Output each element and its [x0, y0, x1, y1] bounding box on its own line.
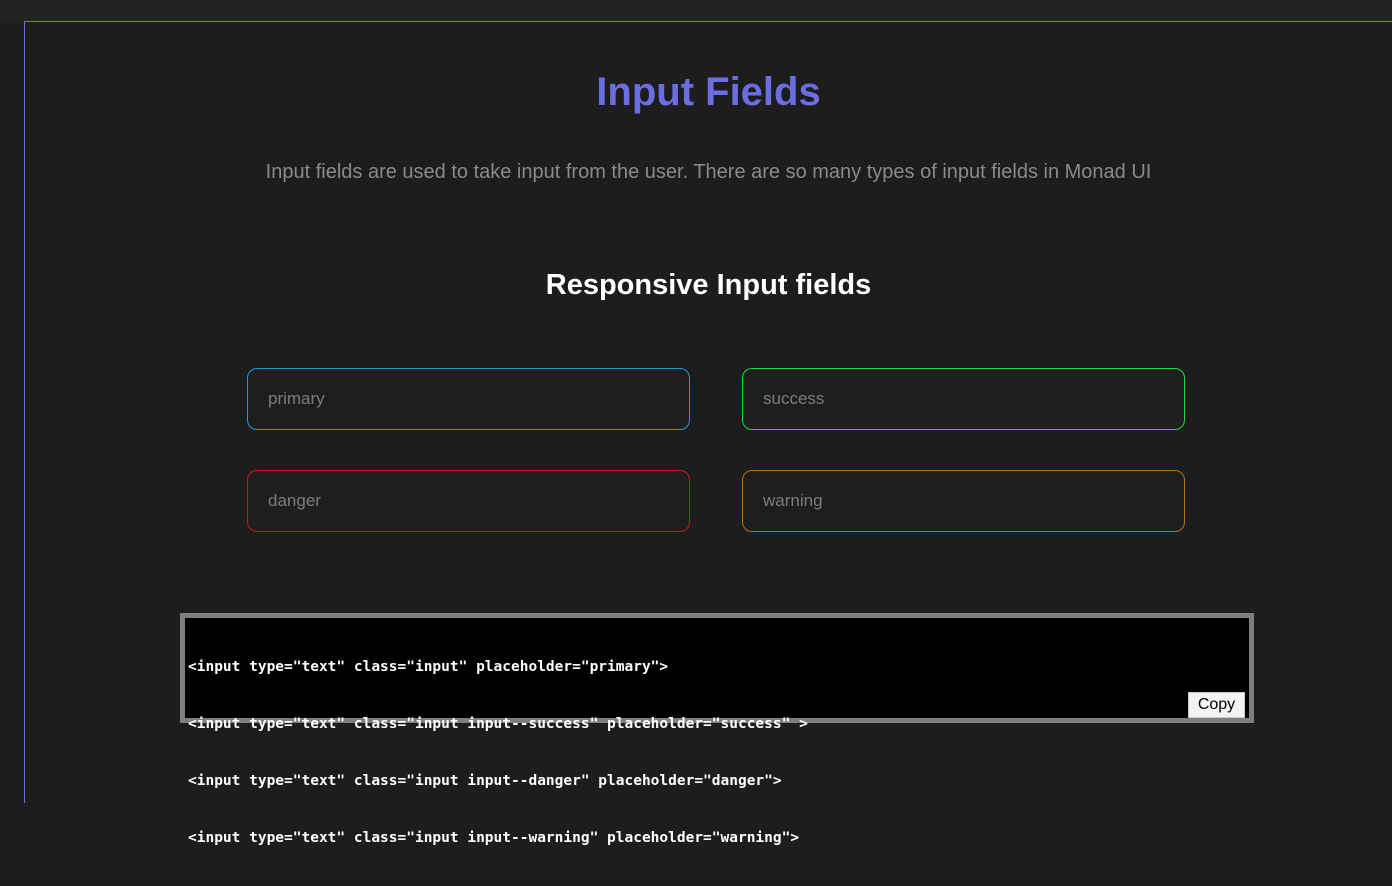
page-description: Input fields are used to take input from…	[265, 161, 1152, 183]
code-snippet-box: <input type="text" class="input" placeho…	[180, 613, 1254, 846]
sidebar-edge	[0, 21, 24, 803]
content-panel: Input Fields Input fields are used to ta…	[24, 21, 1392, 846]
warning-input[interactable]	[742, 470, 1185, 532]
primary-input[interactable]	[247, 368, 690, 430]
code-snippet: <input type="text" class="input" placeho…	[188, 620, 808, 886]
section-title: Responsive Input fields	[545, 269, 872, 301]
success-input[interactable]	[742, 368, 1185, 430]
code-line: <input type="text" class="input input--d…	[188, 773, 782, 789]
code-line: <input type="text" class="input input--w…	[188, 830, 800, 846]
copy-button[interactable]: Copy	[1188, 692, 1245, 718]
danger-input[interactable]	[247, 470, 690, 532]
page-title: Input Fields	[596, 70, 821, 114]
code-line: <input type="text" class="input input--s…	[188, 716, 808, 732]
code-line: <input type="text" class="input" placeho…	[188, 659, 669, 675]
top-bar	[0, 0, 1392, 21]
